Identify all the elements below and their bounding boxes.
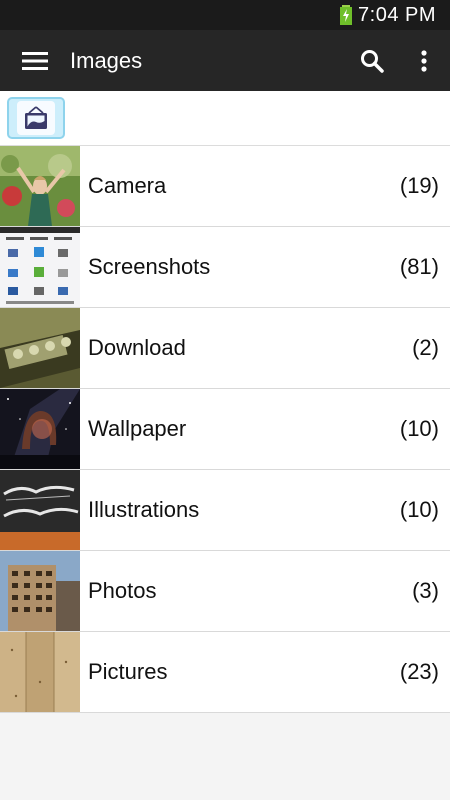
album-count: (81) — [399, 254, 439, 279]
album-count: (10) — [399, 497, 439, 522]
breadcrumb — [0, 91, 450, 146]
album-name: Camera — [88, 173, 167, 198]
action-bar: Images — [0, 30, 450, 91]
list-item-wallpaper[interactable]: Wallpaper (10) — [0, 389, 450, 470]
album-thumbnail-screenshots — [0, 227, 80, 307]
list-item-screenshots[interactable]: Screenshots (81) — [0, 227, 450, 308]
album-name: Screenshots — [88, 254, 211, 279]
status-bar: 7:04 PM — [0, 0, 450, 30]
list-item-photos[interactable]: Photos (3) — [0, 551, 450, 632]
search-button[interactable] — [346, 30, 398, 91]
list-item-camera[interactable]: Camera (19) — [0, 146, 450, 227]
album-name: Wallpaper — [88, 416, 187, 441]
search-icon — [361, 49, 384, 73]
menu-button[interactable] — [0, 30, 70, 91]
album-thumbnail-wallpaper — [0, 389, 80, 469]
battery-charging-icon — [340, 5, 353, 25]
home-folder-button[interactable] — [7, 97, 65, 139]
list-item-download[interactable]: Download (2) — [0, 308, 450, 389]
album-name: Illustrations — [88, 497, 200, 522]
folder-image-home-icon — [25, 106, 47, 129]
clock: 7:04 PM — [358, 3, 436, 26]
album-count: (3) — [412, 578, 439, 603]
album-count: (19) — [399, 173, 439, 198]
album-list: Camera (19) Screenshots (81) Download (2… — [0, 146, 450, 713]
album-thumbnail-pictures — [0, 632, 80, 712]
page-title: Images — [70, 47, 143, 73]
list-item-pictures[interactable]: Pictures (23) — [0, 632, 450, 713]
album-thumbnail-photos — [0, 551, 80, 631]
album-name: Photos — [88, 578, 157, 603]
more-vert-icon — [421, 49, 427, 72]
album-thumbnail-download — [0, 308, 80, 388]
album-name: Download — [88, 335, 186, 360]
overflow-menu-button[interactable] — [398, 30, 450, 91]
album-count: (23) — [399, 659, 439, 684]
list-item-illustrations[interactable]: Illustrations (10) — [0, 470, 450, 551]
album-thumbnail-camera — [0, 146, 80, 226]
album-name: Pictures — [88, 659, 168, 684]
hamburger-menu-icon — [22, 51, 48, 70]
album-thumbnail-illustrations — [0, 470, 80, 550]
album-count: (2) — [412, 335, 439, 360]
album-count: (10) — [399, 416, 439, 441]
